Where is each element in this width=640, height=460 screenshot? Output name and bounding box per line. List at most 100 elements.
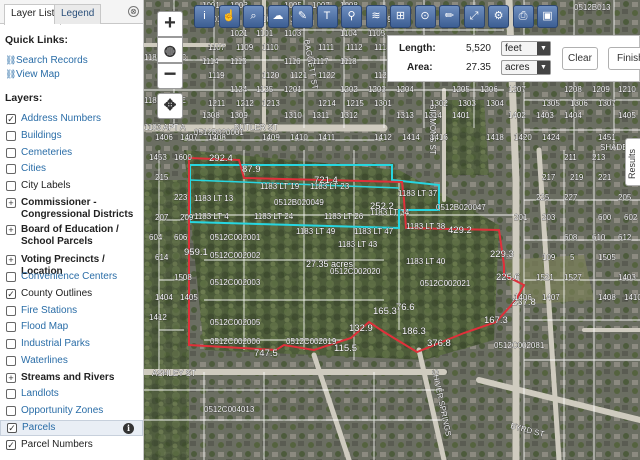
checkbox[interactable]: [6, 148, 16, 158]
checkbox[interactable]: [6, 272, 16, 282]
layer-row[interactable]: Convenience Centers: [0, 270, 143, 286]
quick-links-title: Quick Links:: [5, 34, 69, 46]
parcel-id-label: 0512C002021: [420, 279, 471, 288]
eraser-tool-icon[interactable]: ✎: [292, 5, 313, 28]
layer-row[interactable]: City Labels: [0, 179, 143, 195]
chevron-down-icon: ▼: [537, 61, 550, 74]
checkbox[interactable]: [6, 164, 16, 174]
expand-icon[interactable]: +: [6, 255, 16, 265]
address-number-label: 1202: [340, 85, 358, 94]
results-tab[interactable]: Results: [625, 138, 640, 186]
address-number-label: 205: [618, 193, 632, 202]
layer-row[interactable]: ✓ Parcels i: [0, 420, 143, 436]
layer-row[interactable]: + Commissioner - Congressional Districts: [0, 196, 143, 224]
draw-tool-icon[interactable]: ✏: [439, 5, 460, 28]
layer-row[interactable]: Fire Stations: [0, 304, 143, 320]
address-number-label: 1405: [618, 111, 636, 120]
address-number-label: 1111: [318, 43, 335, 52]
address-number-label: 1207: [508, 85, 526, 94]
address-number-label: 614: [155, 253, 169, 262]
layer-label: Cemeteries: [21, 147, 73, 158]
checkbox-checked[interactable]: ✓: [7, 423, 17, 433]
info-icon[interactable]: i: [123, 423, 134, 434]
checkbox-checked[interactable]: ✓: [6, 114, 16, 124]
tab-legend[interactable]: Legend: [54, 4, 102, 24]
layer-row[interactable]: Opportunity Zones: [0, 404, 143, 420]
layer-row[interactable]: + Board of Education / School Parcels: [0, 223, 143, 251]
expand-icon[interactable]: +: [6, 225, 16, 235]
layer-row[interactable]: Flood Map: [0, 320, 143, 336]
layer-row[interactable]: Cities: [0, 162, 143, 178]
finish-button[interactable]: Finish: [608, 47, 640, 70]
address-number-label: 1403: [618, 273, 636, 282]
address-number-label: 223: [174, 193, 188, 202]
close-icon[interactable]: ⊗: [128, 6, 139, 17]
measure-tool-icon[interactable]: ⊞: [390, 5, 411, 28]
layers-tool-icon[interactable]: ≋: [365, 5, 387, 28]
clear-button[interactable]: Clear: [562, 47, 598, 70]
checkbox[interactable]: [6, 389, 16, 399]
address-number-label: 1420: [514, 133, 532, 142]
checkbox[interactable]: [6, 356, 16, 366]
tools-tool-icon[interactable]: ⚙: [488, 5, 509, 28]
area-unit-select[interactable]: acres ▼: [501, 60, 551, 75]
address-number-label: 1210: [618, 85, 636, 94]
checkbox-checked[interactable]: ✓: [6, 440, 16, 450]
extent-tool-icon[interactable]: ⤢: [463, 5, 485, 28]
layer-row[interactable]: Waterlines: [0, 354, 143, 370]
identify-tool-icon[interactable]: ☝: [218, 5, 240, 28]
globe-icon[interactable]: ◍: [157, 37, 183, 63]
lot-label: 1183 LT 43: [338, 240, 378, 249]
info-tool-icon[interactable]: i: [194, 5, 215, 28]
address-number-label: 1121: [290, 71, 308, 80]
address-number-label: 1412: [374, 133, 392, 142]
layer-row[interactable]: Buildings: [0, 129, 143, 145]
zoom-select-tool-icon[interactable]: ⊙: [414, 5, 436, 28]
layer-row[interactable]: + Streams and Rivers: [0, 371, 143, 387]
expand-icon[interactable]: +: [6, 198, 16, 208]
checkbox[interactable]: [6, 406, 16, 416]
layers-title: Layers:: [5, 92, 43, 104]
address-number-label: 1404: [564, 111, 582, 120]
parcel-id-label: 0512C002003: [210, 278, 261, 287]
address-number-label: 1304: [486, 99, 504, 108]
layer-row[interactable]: Landlots: [0, 387, 143, 403]
address-number-label: 1410: [290, 133, 308, 142]
quick-link-view-map[interactable]: ⛓View Map: [5, 69, 60, 80]
map-view[interactable]: BUTLER ST SIMMONS ST ASHLEY ST BYRD ST SHADE…: [144, 0, 640, 460]
zoom-in-button[interactable]: +: [157, 11, 183, 37]
checkbox[interactable]: [6, 306, 16, 316]
layer-row[interactable]: Cemeteries: [0, 146, 143, 162]
parcel-id-label: 0512B020047: [436, 203, 486, 212]
search-tool-icon[interactable]: ⌕: [243, 5, 264, 28]
marker-tool-icon[interactable]: ⚲: [341, 5, 362, 28]
checkbox[interactable]: [6, 339, 16, 349]
lot-label: 1183 LT 19: [260, 182, 300, 191]
layer-row[interactable]: ✓ Parcel Numbers: [0, 438, 143, 454]
layer-row[interactable]: Industrial Parks: [0, 337, 143, 353]
zoom-out-button[interactable]: −: [157, 63, 183, 89]
length-unit-select[interactable]: feet ▼: [501, 41, 551, 56]
address-number-label: 209: [180, 213, 194, 222]
checkbox-checked[interactable]: ✓: [6, 289, 16, 299]
layer-label: Address Numbers: [21, 113, 102, 124]
expand-icon[interactable]: +: [6, 373, 16, 383]
segment-length-label: 87.9: [242, 164, 261, 175]
checkbox[interactable]: [6, 322, 16, 332]
layer-row[interactable]: ✓ Address Numbers: [0, 112, 143, 128]
text-tool-icon[interactable]: T: [316, 5, 338, 28]
layer-label: Commissioner - Congressional Districts: [21, 197, 134, 220]
parcel-id-label: 0512C002001: [210, 233, 261, 242]
lot-label: 1183 APT A: [144, 123, 186, 132]
checkbox[interactable]: [6, 181, 16, 191]
cloud-tool-icon[interactable]: ☁: [267, 5, 289, 28]
quick-link-search-records[interactable]: ⛓Search Records: [5, 55, 88, 66]
layer-row[interactable]: ✓ County Outlines: [0, 287, 143, 303]
segment-length-label: 132.9: [349, 323, 373, 334]
tab-layer-list[interactable]: Layer List: [4, 4, 62, 25]
address-number-label: 1204: [396, 85, 414, 94]
save-tool-icon[interactable]: ▣: [537, 5, 558, 28]
pan-icon[interactable]: ✥: [157, 93, 183, 119]
print-tool-icon[interactable]: ⎙: [512, 5, 534, 28]
checkbox[interactable]: [6, 131, 16, 141]
